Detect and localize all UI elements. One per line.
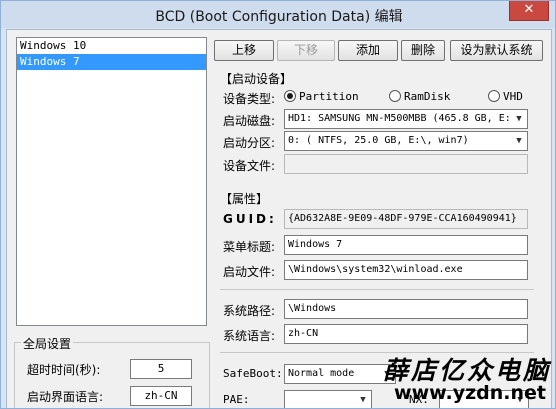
- device-type-ramdisk-radio[interactable]: RamDisk: [389, 90, 450, 103]
- delete-button[interactable]: 删除: [401, 40, 445, 61]
- title-bar[interactable]: BCD (Boot Configuration Data) 编辑 ✕: [1, 1, 555, 28]
- set-default-button[interactable]: 设为默认系统: [450, 40, 543, 61]
- boot-file-input[interactable]: \Windows\system32\winload.exe: [284, 260, 528, 280]
- ramdisk-option-label: RamDisk: [404, 90, 451, 103]
- boot-disk-select[interactable]: HD1: SAMSUNG MN-M500MBB (465.8 GB, E: ▼: [284, 109, 528, 129]
- boot-partition-label: 启动分区:: [223, 136, 276, 150]
- radio-selected-icon: [284, 90, 296, 102]
- radio-unselected-icon: [488, 90, 500, 102]
- system-language-label: 系统语言:: [223, 329, 276, 343]
- watermark-url: www.yzdn.net: [394, 382, 546, 404]
- boot-partition-select[interactable]: 0: ( NTFS, 25.0 GB, E:\, win7) ▼: [284, 131, 528, 151]
- device-type-partition-radio[interactable]: Partition: [284, 90, 359, 103]
- vhd-option-label: VHD: [503, 90, 523, 103]
- boot-file-label: 启动文件:: [223, 265, 276, 279]
- pae-select[interactable]: ▼: [284, 390, 372, 408]
- move-up-button[interactable]: 上移: [214, 40, 274, 61]
- boot-ui-language-input[interactable]: zh-CN: [130, 386, 192, 406]
- menu-title-label: 菜单标题:: [223, 240, 276, 254]
- device-type-label: 设备类型:: [223, 92, 276, 106]
- safeboot-value: Normal mode: [288, 368, 355, 379]
- divider: [220, 289, 534, 290]
- guid-label: GUID:: [223, 212, 277, 226]
- device-file-field[interactable]: [284, 154, 528, 174]
- move-down-button[interactable]: 下移: [277, 40, 335, 61]
- system-language-input[interactable]: zh-CN: [284, 324, 528, 344]
- boot-entry-windows-7[interactable]: Windows 7: [17, 54, 206, 70]
- close-icon[interactable]: ✕: [509, 1, 549, 21]
- boot-disk-label: 启动磁盘:: [223, 114, 276, 128]
- boot-partition-value: 0: ( NTFS, 25.0 GB, E:\, win7): [288, 135, 469, 146]
- pae-label: PAE:: [223, 393, 250, 406]
- timeout-input[interactable]: 5: [130, 359, 192, 379]
- boot-entry-windows-10[interactable]: Windows 10: [17, 38, 206, 54]
- bcd-editor-window: BCD (Boot Configuration Data) 编辑 ✕ Windo…: [0, 0, 556, 409]
- device-file-label: 设备文件:: [223, 159, 276, 173]
- guid-field[interactable]: {AD632A8E-9E09-48DF-979E-CCA160490941}: [284, 209, 528, 229]
- device-type-vhd-radio[interactable]: VHD: [488, 90, 523, 103]
- menu-title-input[interactable]: Windows 7: [284, 235, 528, 255]
- system-path-label: 系统路径:: [223, 304, 276, 318]
- add-button[interactable]: 添加: [338, 40, 398, 61]
- partition-option-label: Partition: [299, 90, 359, 103]
- chevron-down-icon[interactable]: ▼: [511, 132, 527, 150]
- radio-unselected-icon: [389, 90, 401, 102]
- window-title: BCD (Boot Configuration Data) 编辑: [155, 9, 403, 25]
- properties-heading: 【属性】: [220, 192, 269, 206]
- system-path-input[interactable]: \Windows: [284, 299, 528, 319]
- timeout-label: 超时时间(秒):: [27, 363, 101, 377]
- boot-disk-value: HD1: SAMSUNG MN-M500MBB (465.8 GB, E:: [288, 113, 511, 124]
- boot-ui-language-label: 启动界面语言:: [27, 390, 104, 404]
- boot-entry-list[interactable]: Windows 10 Windows 7: [16, 37, 207, 326]
- safeboot-select[interactable]: Normal mode ▼: [284, 364, 396, 384]
- chevron-down-icon[interactable]: ▼: [511, 110, 527, 128]
- chevron-down-icon[interactable]: ▼: [355, 391, 371, 408]
- safeboot-label: SafeBoot:: [223, 367, 283, 380]
- boot-device-heading: 【启动设备】: [220, 72, 293, 86]
- global-settings-title: 全局设置: [21, 335, 74, 352]
